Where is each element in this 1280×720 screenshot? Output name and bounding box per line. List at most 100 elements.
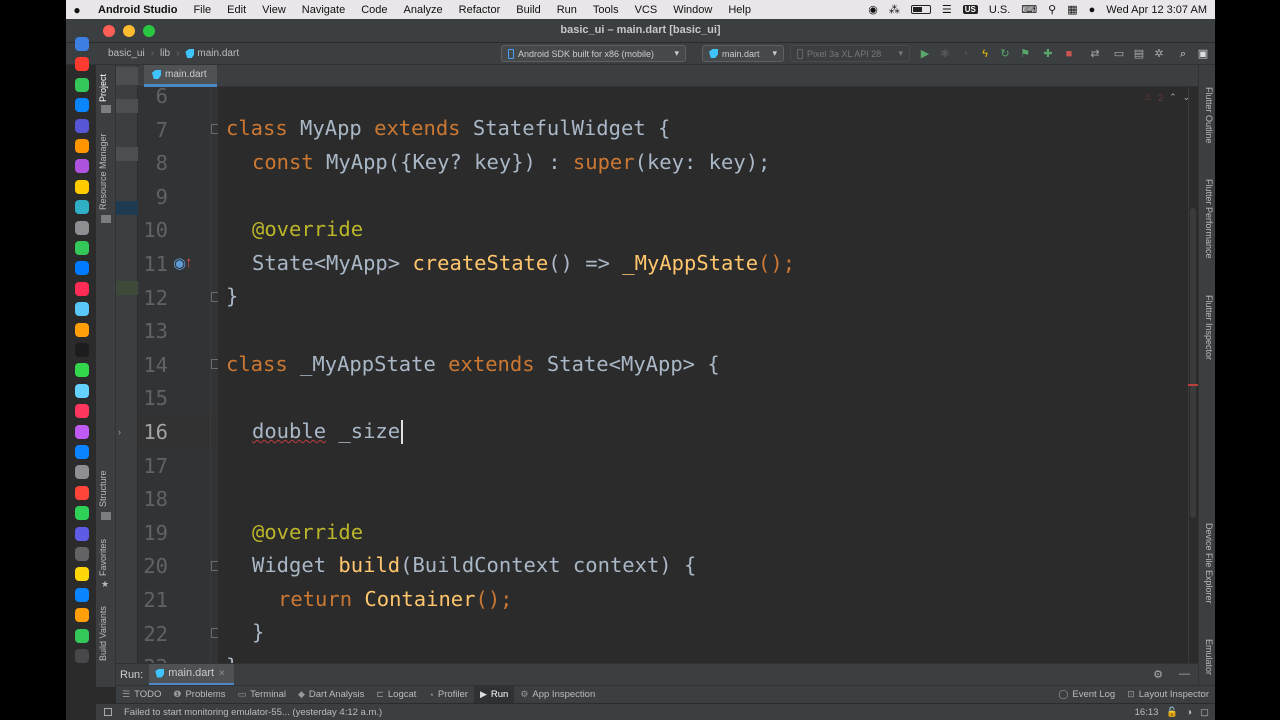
tool-terminal[interactable]: ▭ Terminal	[232, 686, 292, 704]
spotlight-icon[interactable]: ⚲	[1048, 3, 1056, 16]
run-icon[interactable]: ▶	[918, 47, 932, 61]
menu-refactor[interactable]: Refactor	[451, 4, 509, 16]
tool-event-log[interactable]: ◯ Event Log	[1052, 686, 1121, 704]
breadcrumb-project[interactable]: basic_ui	[108, 48, 145, 59]
run-config-selector[interactable]: main.dart ▾	[702, 45, 784, 62]
dock-app-icon[interactable]	[75, 485, 89, 500]
dock-app-icon[interactable]	[75, 363, 89, 378]
dock-app-icon[interactable]	[75, 424, 89, 439]
line-number[interactable]: 20	[106, 549, 168, 583]
siri-icon[interactable]: ●	[1089, 4, 1096, 16]
dock-app-icon[interactable]	[75, 465, 89, 480]
attach-debugger-icon[interactable]: ⚑	[1018, 47, 1032, 61]
tool-dart-analysis[interactable]: ◆ Dart Analysis	[292, 686, 370, 704]
dock-app-icon[interactable]	[75, 118, 89, 133]
tab-emulator[interactable]: Emulator	[1204, 639, 1214, 675]
ide-features-icon[interactable]: ▣	[1196, 47, 1210, 61]
tool-run[interactable]: ▶ Run	[473, 685, 515, 704]
inspection-widget[interactable]: ⚠ 2 ⌃ ⌄	[1144, 92, 1190, 103]
dock-app-icon[interactable]	[75, 281, 89, 296]
app-menu[interactable]: Android Studio	[88, 4, 185, 16]
line-number[interactable]: 9	[106, 180, 168, 214]
keyboard-icon[interactable]: ⌨	[1021, 3, 1037, 16]
input-source[interactable]: U.S.	[989, 4, 1010, 16]
code-editor[interactable]: class MyApp extends StatefulWidget { con…	[218, 87, 1198, 663]
line-number[interactable]: 18	[106, 482, 168, 516]
lock-icon[interactable]: 🔓	[1166, 707, 1178, 718]
tool-logcat[interactable]: ⊏ Logcat	[370, 686, 422, 704]
line-number[interactable]: 13	[106, 314, 168, 348]
breadcrumb-file[interactable]: main.dart	[185, 48, 239, 59]
dock-app-icon[interactable]	[75, 628, 89, 643]
dock-app-icon[interactable]	[75, 608, 89, 623]
line-number[interactable]: 8	[106, 146, 168, 180]
dock-app-icon[interactable]	[75, 57, 89, 72]
dock-app-icon[interactable]	[75, 220, 89, 235]
line-number[interactable]: 6	[106, 79, 168, 113]
hot-restart-icon[interactable]: ↻	[998, 47, 1012, 61]
dock-app-icon[interactable]	[75, 322, 89, 337]
line-number[interactable]: 12	[106, 281, 168, 315]
menu-view[interactable]: View	[254, 4, 294, 16]
sdk-manager-icon[interactable]: ▤	[1132, 47, 1146, 61]
dock-app-icon[interactable]	[75, 567, 89, 582]
run-tab-main-dart[interactable]: main.dart ✕	[149, 663, 234, 686]
device-selector[interactable]: Android SDK built for x86 (mobile) ▾	[501, 45, 686, 62]
tab-device-file-explorer[interactable]: Device File Explorer	[1204, 523, 1214, 604]
dock-app-icon[interactable]	[75, 587, 89, 602]
menu-build[interactable]: Build	[508, 4, 548, 16]
chevron-up-icon[interactable]: ⌃	[1169, 92, 1177, 103]
line-number[interactable]: 19	[106, 516, 168, 550]
status-message[interactable]: Failed to start monitoring emulator-55..…	[112, 707, 382, 718]
overrides-arrow-icon[interactable]: ↑	[185, 255, 193, 270]
dock-app-icon[interactable]	[75, 302, 89, 317]
chevron-down-icon[interactable]: ⌄	[1183, 92, 1191, 103]
tool-windows-toggle-icon[interactable]	[104, 708, 112, 716]
sync-icon[interactable]: ⇄	[1088, 47, 1102, 61]
gear-icon[interactable]: ⚙	[1153, 668, 1163, 681]
control-center-icon[interactable]: ▦	[1067, 3, 1077, 16]
close-icon[interactable]: ✕	[218, 668, 226, 679]
menu-help[interactable]: Help	[720, 4, 759, 16]
bluetooth-icon[interactable]: ⁂	[889, 3, 900, 16]
dock-app-icon[interactable]	[75, 649, 89, 663]
dock-app-icon[interactable]	[75, 383, 89, 398]
dock-app-icon[interactable]	[75, 77, 89, 92]
menu-navigate[interactable]: Navigate	[294, 4, 353, 16]
error-stripe-marker[interactable]	[1188, 384, 1198, 386]
stop-icon[interactable]: ■	[1062, 47, 1076, 61]
tool-todo[interactable]: ☰ TODO	[116, 686, 167, 704]
memory-icon[interactable]: ◑	[1186, 707, 1192, 718]
hot-reload-icon[interactable]: ϟ	[978, 47, 992, 61]
dock-app-icon[interactable]	[75, 179, 89, 194]
debug-icon[interactable]: ✱	[938, 47, 952, 61]
dock-app-icon[interactable]	[75, 445, 89, 459]
line-number[interactable]: 10	[106, 213, 168, 247]
settings-icon[interactable]: ✲	[1152, 47, 1166, 61]
avd-selector[interactable]: Pixel 3a XL API 28 ▾	[790, 45, 910, 62]
line-number[interactable]: 7	[106, 113, 168, 147]
profile-icon[interactable]: ◔	[958, 47, 972, 61]
wifi-icon[interactable]: ☰	[942, 3, 952, 16]
line-number[interactable]: 22	[106, 617, 168, 651]
battery-icon[interactable]	[910, 5, 931, 14]
dock-app-icon[interactable]	[75, 526, 89, 541]
line-number[interactable]: 15	[106, 381, 168, 415]
dock-app-icon[interactable]	[75, 506, 89, 521]
tab-flutter-inspector[interactable]: Flutter Inspector	[1204, 295, 1214, 360]
dock-app-icon[interactable]	[75, 98, 89, 113]
menu-edit[interactable]: Edit	[219, 4, 254, 16]
record-icon[interactable]: ◉	[868, 3, 878, 16]
line-number[interactable]: 11	[106, 247, 168, 281]
breadcrumb-lib[interactable]: lib	[160, 48, 170, 59]
tool-app-inspection[interactable]: ⚙ App Inspection	[514, 686, 601, 704]
menu-run[interactable]: Run	[549, 4, 585, 16]
apple-menu-icon[interactable]: ●	[66, 3, 88, 17]
menu-vcs[interactable]: VCS	[627, 4, 666, 16]
caret-position[interactable]: 16:13	[1135, 707, 1159, 718]
menu-code[interactable]: Code	[353, 4, 395, 16]
dock-app-icon[interactable]	[75, 261, 89, 276]
dock-app-icon[interactable]	[75, 139, 89, 153]
editor-scrollbar[interactable]	[1190, 208, 1196, 518]
menu-tools[interactable]: Tools	[585, 4, 627, 16]
